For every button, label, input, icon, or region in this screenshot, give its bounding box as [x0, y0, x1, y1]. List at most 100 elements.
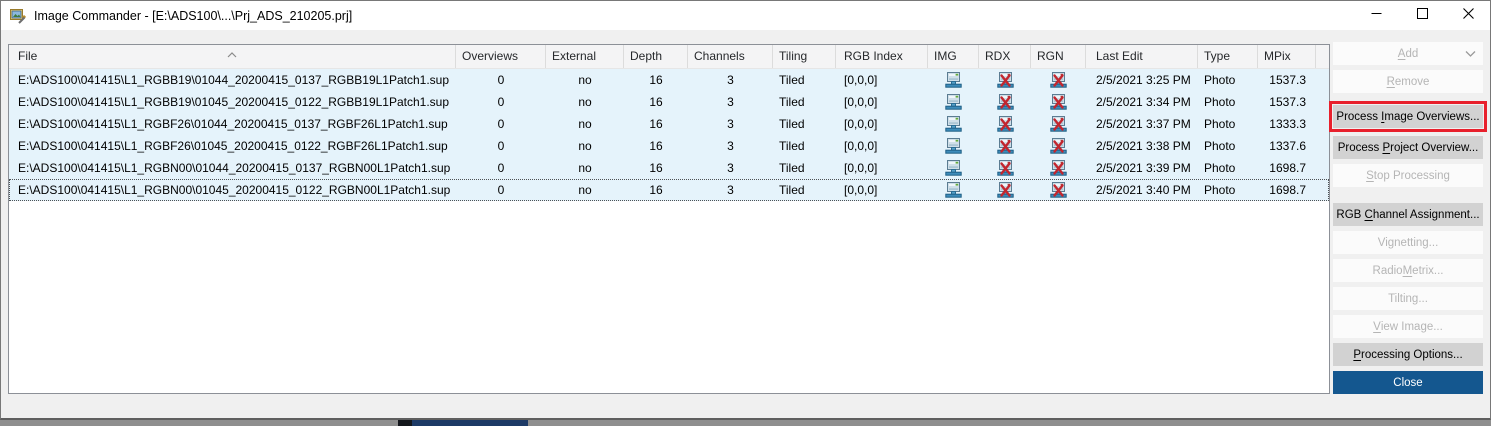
cell-type: Photo: [1198, 179, 1258, 201]
table-row[interactable]: E:\ADS100\041415\L1_RGBF26\01044_2020041…: [9, 113, 1329, 135]
cell-depth: 16: [624, 157, 688, 179]
cell-last_edit: 2/5/2021 3:39 PM: [1086, 157, 1198, 179]
maximize-icon: [1417, 6, 1428, 24]
button-label: emove: [1395, 76, 1430, 88]
column-header-type[interactable]: Type: [1198, 45, 1258, 68]
column-header-overviews[interactable]: Overviews: [456, 45, 546, 68]
background-window-fragment: [398, 420, 412, 426]
mnemonic-letter: A: [1398, 48, 1406, 60]
network-drive-disconnected-icon: [1031, 160, 1086, 176]
button-label: Vignetting...: [1378, 237, 1439, 249]
window-title: Image Commander - [E:\ADS100\...\Prj_ADS…: [34, 9, 352, 23]
button-label: Process: [1338, 142, 1383, 154]
column-header-channels[interactable]: Channels: [688, 45, 773, 68]
button-label: RGB: [1336, 209, 1364, 221]
close-button[interactable]: Close: [1333, 371, 1483, 394]
cell-overviews: 0: [456, 91, 546, 113]
cell-last_edit: 2/5/2021 3:25 PM: [1086, 69, 1198, 91]
cell-type: Photo: [1198, 91, 1258, 113]
network-drive-disconnected-icon: [979, 160, 1031, 176]
tilting-button[interactable]: Tilting...: [1333, 287, 1483, 310]
column-header-last_edit[interactable]: Last Edit: [1086, 45, 1198, 68]
button-label: dd: [1405, 48, 1418, 60]
column-header-rdx[interactable]: RDX: [979, 45, 1031, 68]
button-label: rocessing Options...: [1361, 349, 1463, 361]
close-button[interactable]: [1445, 0, 1491, 29]
cell-external: no: [546, 157, 624, 179]
cell-depth: 16: [624, 135, 688, 157]
table-row[interactable]: E:\ADS100\041415\L1_RGBB19\01044_2020041…: [9, 69, 1329, 91]
cell-type: Photo: [1198, 135, 1258, 157]
table-row[interactable]: E:\ADS100\041415\L1_RGBF26\01045_2020041…: [9, 135, 1329, 157]
cell-type: Photo: [1198, 69, 1258, 91]
cell-last_edit: 2/5/2021 3:38 PM: [1086, 135, 1198, 157]
minimize-button[interactable]: [1353, 0, 1399, 29]
mnemonic-letter: C: [1365, 209, 1373, 221]
button-label: Radio: [1373, 265, 1403, 277]
cell-tiling: Tiled: [773, 91, 836, 113]
cell-external: no: [546, 135, 624, 157]
cell-tiling: Tiled: [773, 113, 836, 135]
mnemonic-letter: P: [1353, 349, 1361, 361]
network-drive-disconnected-icon: [1031, 182, 1086, 198]
button-label: roject Overview...: [1390, 142, 1478, 154]
process-image-overviews-button[interactable]: Process Image Overviews...: [1333, 105, 1483, 128]
cell-mpix: 1337.6: [1258, 135, 1316, 157]
network-drive-disconnected-icon: [1031, 138, 1086, 154]
cell-depth: 16: [624, 91, 688, 113]
sort-ascending-caret-icon: [226, 45, 238, 63]
cell-channels: 3: [688, 157, 773, 179]
table-row[interactable]: E:\ADS100\041415\L1_RGBN00\01045_2020041…: [9, 179, 1329, 201]
column-header-tiling[interactable]: Tiling: [773, 45, 836, 68]
process-project-overview-button[interactable]: Process Project Overview...: [1333, 136, 1483, 159]
table-header: FileOverviewsExternalDepthChannelsTiling…: [9, 45, 1329, 69]
vignetting-button[interactable]: Vignetting...: [1333, 231, 1483, 254]
cell-rgb_index: [0,0,0]: [836, 179, 928, 201]
title-bar[interactable]: Image Commander - [E:\ADS100\...\Prj_ADS…: [1, 1, 1490, 30]
column-header-rgn[interactable]: RGN: [1031, 45, 1086, 68]
cell-external: no: [546, 91, 624, 113]
cell-file: E:\ADS100\041415\L1_RGBN00\01044_2020041…: [9, 157, 456, 179]
cell-file: E:\ADS100\041415\L1_RGBF26\01045_2020041…: [9, 135, 456, 157]
view-image-button[interactable]: View Image...: [1333, 315, 1483, 338]
button-label: hannel Assignment...: [1373, 209, 1480, 221]
column-header-depth[interactable]: Depth: [624, 45, 688, 68]
add-button[interactable]: Add: [1333, 42, 1483, 65]
cell-rgb_index: [0,0,0]: [836, 69, 928, 91]
table-row[interactable]: E:\ADS100\041415\L1_RGBB19\01045_2020041…: [9, 91, 1329, 113]
table-row[interactable]: E:\ADS100\041415\L1_RGBN00\01044_2020041…: [9, 157, 1329, 179]
stop-processing-button[interactable]: Stop Processing: [1333, 164, 1483, 187]
cell-depth: 16: [624, 113, 688, 135]
screen: Image Commander - [E:\ADS100\...\Prj_ADS…: [0, 0, 1491, 426]
cell-mpix: 1537.3: [1258, 91, 1316, 113]
processing-options-button[interactable]: Processing Options...: [1333, 343, 1483, 366]
column-header-rgb_index[interactable]: RGB Index: [836, 45, 928, 68]
cell-file: E:\ADS100\041415\L1_RGBB19\01045_2020041…: [9, 91, 456, 113]
radiometrix-button[interactable]: RadioMetrix...: [1333, 259, 1483, 282]
cell-mpix: 1333.3: [1258, 113, 1316, 135]
background-window-fragment: [412, 420, 528, 426]
maximize-button[interactable]: [1399, 0, 1445, 29]
cell-tiling: Tiled: [773, 135, 836, 157]
cell-type: Photo: [1198, 157, 1258, 179]
column-header-mpix[interactable]: MPix: [1258, 45, 1316, 68]
cell-depth: 16: [624, 69, 688, 91]
cell-last_edit: 2/5/2021 3:37 PM: [1086, 113, 1198, 135]
cell-rgb_index: [0,0,0]: [836, 135, 928, 157]
remove-button[interactable]: Remove: [1333, 70, 1483, 93]
column-header-external[interactable]: External: [546, 45, 624, 68]
cell-file: E:\ADS100\041415\L1_RGBB19\01044_2020041…: [9, 69, 456, 91]
network-drive-icon: [928, 182, 979, 198]
button-label: etrix...: [1412, 265, 1443, 277]
column-header-img[interactable]: IMG: [928, 45, 979, 68]
rgb-channel-assignment-button[interactable]: RGB Channel Assignment...: [1333, 203, 1483, 226]
cell-rgb_index: [0,0,0]: [836, 157, 928, 179]
cell-depth: 16: [624, 179, 688, 201]
network-drive-disconnected-icon: [979, 94, 1031, 110]
cell-tiling: Tiled: [773, 69, 836, 91]
cell-overviews: 0: [456, 69, 546, 91]
cell-external: no: [546, 69, 624, 91]
button-label: top Processing: [1374, 170, 1450, 182]
network-drive-disconnected-icon: [979, 72, 1031, 88]
network-drive-icon: [928, 94, 979, 110]
